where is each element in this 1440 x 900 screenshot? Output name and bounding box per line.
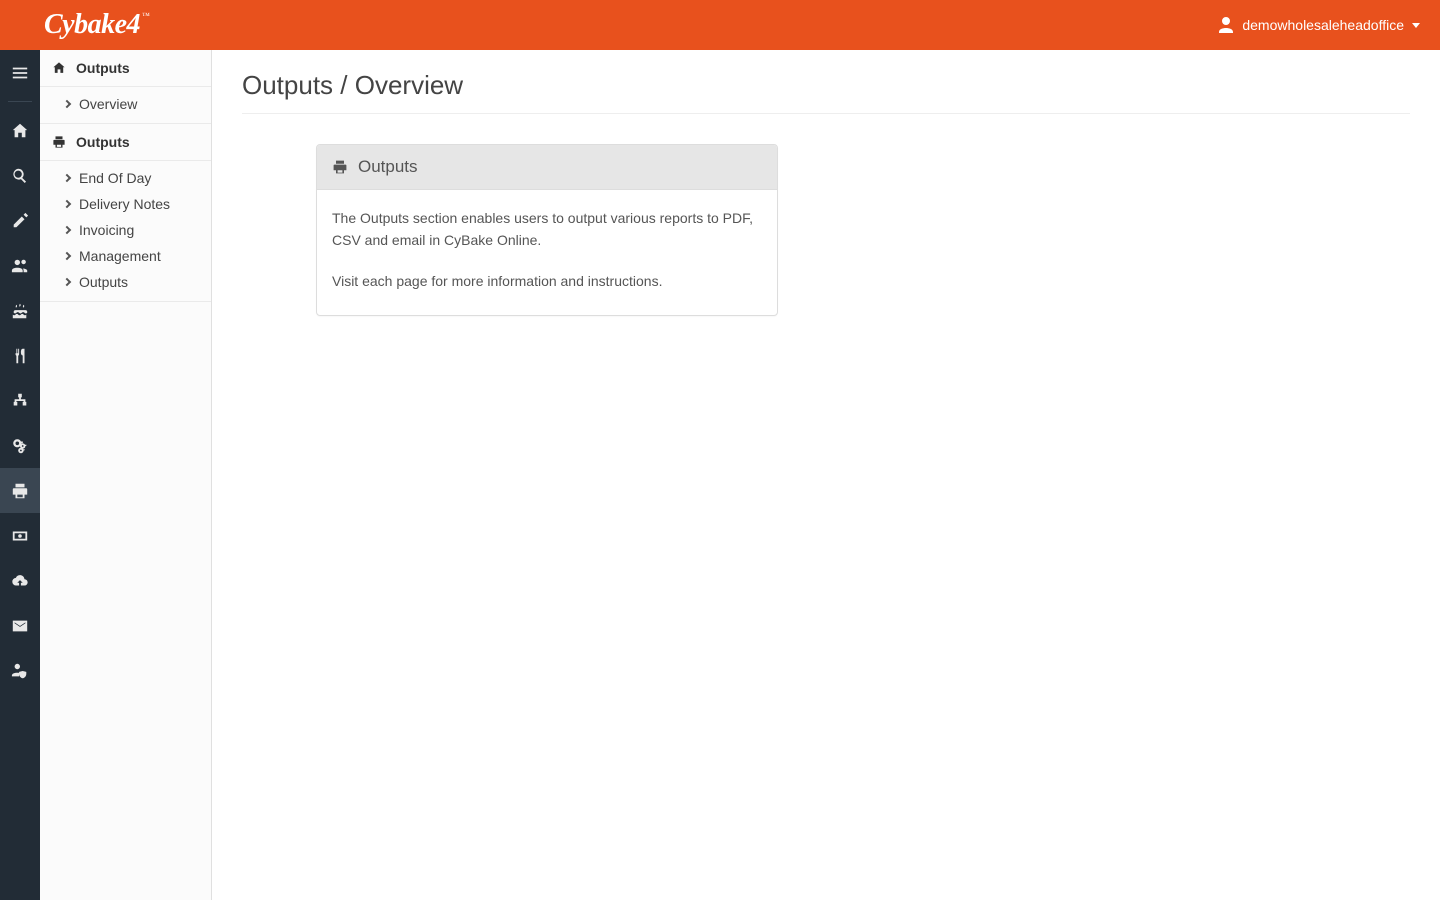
- sidebar-section-title: Outputs: [76, 60, 130, 76]
- home-icon: [52, 61, 66, 75]
- sitemap-icon: [11, 392, 29, 410]
- rail-users[interactable]: [0, 243, 40, 288]
- user-shield-icon: [11, 662, 29, 680]
- rail-cloud[interactable]: [0, 558, 40, 603]
- utensils-icon: [11, 347, 29, 365]
- panel-heading-text: Outputs: [358, 157, 418, 177]
- sidebar-section-title: Outputs: [76, 134, 130, 150]
- brand-logo: Cybake4™: [44, 9, 147, 41]
- sidebar-item-label: Management: [79, 248, 161, 264]
- user-icon: [1216, 15, 1236, 35]
- rail-separator: [8, 101, 32, 102]
- panel-paragraph-2: Visit each page for more information and…: [332, 271, 762, 293]
- rail-edit[interactable]: [0, 198, 40, 243]
- rail-menu[interactable]: [0, 50, 40, 95]
- rail-money[interactable]: [0, 513, 40, 558]
- rail-cake[interactable]: [0, 288, 40, 333]
- rail-org[interactable]: [0, 378, 40, 423]
- sidebar-item-management[interactable]: Management: [40, 243, 211, 269]
- chevron-right-icon: [63, 252, 71, 260]
- print-icon: [52, 135, 66, 149]
- sidebar-item-delivery-notes[interactable]: Delivery Notes: [40, 191, 211, 217]
- chevron-right-icon: [63, 174, 71, 182]
- chevron-right-icon: [63, 100, 71, 108]
- print-icon: [332, 159, 348, 175]
- rail-cogs[interactable]: [0, 423, 40, 468]
- sidebar-item-label: End Of Day: [79, 170, 151, 186]
- home-icon: [11, 122, 29, 140]
- page-title: Outputs / Overview: [242, 70, 1410, 114]
- chevron-right-icon: [63, 200, 71, 208]
- panel-header: Outputs: [317, 145, 777, 190]
- rail-admin[interactable]: [0, 648, 40, 693]
- sidebar-item-label: Overview: [79, 96, 137, 112]
- chevron-right-icon: [63, 278, 71, 286]
- panel-wrapper: Outputs The Outputs section enables user…: [242, 144, 1410, 316]
- brand-text: Cybake4: [44, 9, 140, 40]
- sidebar-item-end-of-day[interactable]: End Of Day: [40, 165, 211, 191]
- users-icon: [11, 257, 29, 275]
- sidebar-section2-items: End Of Day Delivery Notes Invoicing Mana…: [40, 161, 211, 302]
- trademark-symbol: ™: [142, 11, 149, 20]
- topbar: Cybake4™ demowholesaleheadoffice: [0, 0, 1440, 50]
- sidebar-section-outputs[interactable]: Outputs: [40, 124, 211, 161]
- search-icon: [11, 167, 29, 185]
- cogs-icon: [11, 437, 29, 455]
- rail-search[interactable]: [0, 153, 40, 198]
- cake-icon: [11, 302, 29, 320]
- chevron-right-icon: [63, 226, 71, 234]
- sidebar: Outputs Overview Outputs End Of Day Deli…: [40, 50, 212, 900]
- rail-print[interactable]: [0, 468, 40, 513]
- sidebar-item-outputs[interactable]: Outputs: [40, 269, 211, 295]
- outputs-panel: Outputs The Outputs section enables user…: [316, 144, 778, 316]
- sidebar-section1-items: Overview: [40, 87, 211, 124]
- sidebar-item-label: Delivery Notes: [79, 196, 170, 212]
- bars-icon: [11, 64, 29, 82]
- rail-mail[interactable]: [0, 603, 40, 648]
- sidebar-item-label: Invoicing: [79, 222, 134, 238]
- money-icon: [11, 527, 29, 545]
- edit-icon: [11, 212, 29, 230]
- sidebar-section-outputs-nav[interactable]: Outputs: [40, 50, 211, 87]
- sidebar-item-label: Outputs: [79, 274, 128, 290]
- cloud-download-icon: [11, 572, 29, 590]
- caret-down-icon: [1412, 23, 1420, 28]
- username-label: demowholesaleheadoffice: [1242, 17, 1404, 33]
- icon-rail: [0, 50, 40, 900]
- envelope-icon: [11, 617, 29, 635]
- rail-home[interactable]: [0, 108, 40, 153]
- print-icon: [11, 482, 29, 500]
- sidebar-item-overview[interactable]: Overview: [40, 91, 211, 117]
- main-content: Outputs / Overview Outputs The Outputs s…: [212, 50, 1440, 900]
- panel-paragraph-1: The Outputs section enables users to out…: [332, 208, 762, 251]
- user-menu[interactable]: demowholesaleheadoffice: [1216, 15, 1420, 35]
- panel-body: The Outputs section enables users to out…: [317, 190, 777, 315]
- sidebar-item-invoicing[interactable]: Invoicing: [40, 217, 211, 243]
- rail-food[interactable]: [0, 333, 40, 378]
